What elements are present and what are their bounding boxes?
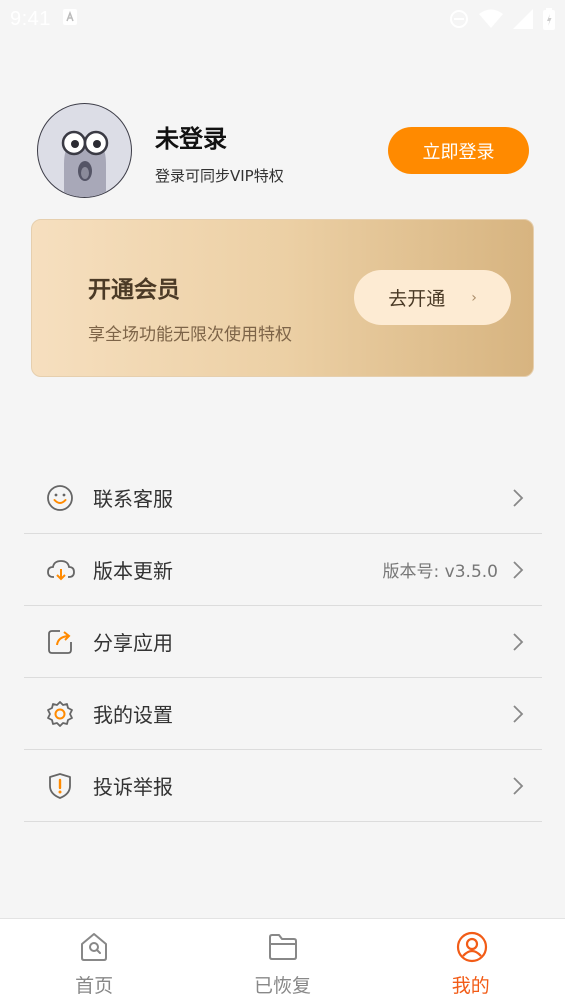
warning-shield-icon <box>46 772 74 800</box>
version-number: 版本号: v3.5.0 <box>382 562 498 582</box>
do-not-disturb-icon <box>449 9 469 29</box>
share-arrow-icon <box>46 628 74 656</box>
notification-a-icon <box>62 9 77 29</box>
nav-tab-label: 我的 <box>451 975 490 997</box>
user-icon <box>456 931 487 963</box>
chevron-right-icon: › <box>471 289 477 306</box>
menu-item-label: 投诉举报 <box>93 775 173 799</box>
menu-item-version-update[interactable]: 版本更新 版本号: v3.5.0 <box>24 534 542 606</box>
settings-menu: 联系客服 版本更新 版本号: v3.5.0 分享应用 我的设置 投诉举报 <box>24 462 542 822</box>
login-button[interactable]: 立即登录 <box>388 127 529 174</box>
menu-item-share-app[interactable]: 分享应用 <box>24 606 542 678</box>
vip-open-button[interactable]: 去开通 › <box>354 270 511 325</box>
chevron-right-icon <box>512 704 524 724</box>
menu-item-label: 我的设置 <box>93 703 173 727</box>
folder-icon <box>267 931 298 963</box>
vip-title: 开通会员 <box>88 277 180 303</box>
vip-card[interactable]: 开通会员 享全场功能无限次使用特权 去开通 › <box>31 219 534 377</box>
chevron-right-icon <box>512 632 524 652</box>
menu-item-label: 版本更新 <box>93 559 173 583</box>
profile-name: 未登录 <box>155 125 227 153</box>
nav-tab-mine[interactable]: 我的 <box>377 919 565 1004</box>
cloud-download-icon <box>46 556 75 584</box>
chevron-right-icon <box>512 488 524 508</box>
menu-item-my-settings[interactable]: 我的设置 <box>24 678 542 750</box>
avatar[interactable] <box>37 103 132 198</box>
battery-icon <box>543 8 555 30</box>
menu-item-label: 分享应用 <box>93 631 173 655</box>
profile-section: 未登录 登录可同步VIP特权 立即登录 <box>37 103 529 199</box>
vip-open-label: 去开通 <box>388 288 446 310</box>
wifi-icon <box>479 9 503 29</box>
nav-tab-label: 首页 <box>75 975 114 997</box>
profile-subtitle: 登录可同步VIP特权 <box>155 167 284 185</box>
bottom-nav: 首页 已恢复 我的 <box>0 918 565 1004</box>
nav-tab-recovered[interactable]: 已恢复 <box>188 919 376 1004</box>
nav-tab-label: 已恢复 <box>253 975 311 997</box>
chevron-right-icon <box>512 560 524 580</box>
chevron-right-icon <box>512 776 524 796</box>
vip-subtitle: 享全场功能无限次使用特权 <box>88 325 292 345</box>
menu-item-report[interactable]: 投诉举报 <box>24 750 542 822</box>
nav-tab-home[interactable]: 首页 <box>0 919 188 1004</box>
smile-face-icon <box>46 484 74 512</box>
home-icon <box>79 931 109 963</box>
menu-item-contact-service[interactable]: 联系客服 <box>24 462 542 534</box>
menu-item-label: 联系客服 <box>93 487 173 511</box>
signal-icon <box>513 9 533 29</box>
status-time: 9:41 <box>10 7 51 30</box>
status-bar: 9:41 <box>0 0 565 38</box>
gear-icon <box>46 700 74 728</box>
